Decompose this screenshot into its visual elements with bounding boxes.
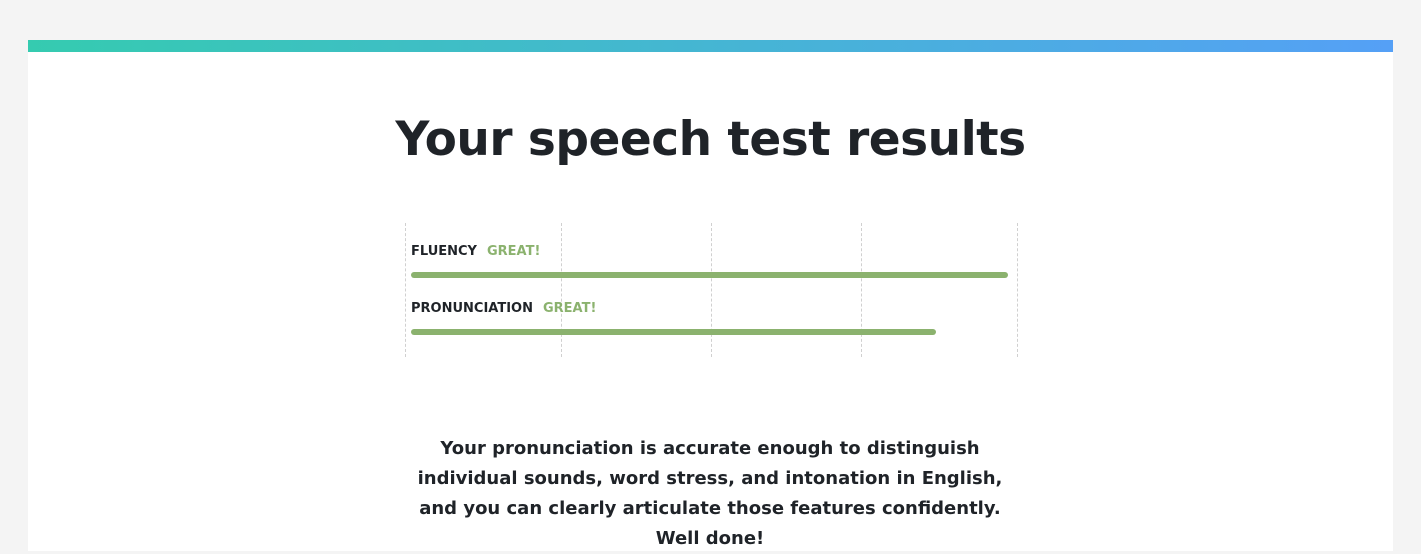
pronunciation-grade: GREAT! xyxy=(542,301,597,316)
grid-line xyxy=(711,223,712,357)
grid-line xyxy=(561,223,562,357)
fluency-bar-track xyxy=(411,272,1008,278)
pronunciation-bar-track xyxy=(411,329,1008,335)
result-description: Your pronunciation is accurate enough to… xyxy=(417,438,1003,549)
results-card: Your speech test results FLUENCY GREAT! P… xyxy=(28,40,1393,551)
grid-line xyxy=(1017,223,1018,357)
fluency-grade: GREAT! xyxy=(486,244,541,259)
grid-line xyxy=(861,223,862,357)
page-title: Your speech test results xyxy=(395,112,1026,167)
pronunciation-bar xyxy=(411,329,937,335)
fluency-bar xyxy=(411,272,1008,278)
fluency-label-row: FLUENCY GREAT! xyxy=(411,244,540,259)
grid-line xyxy=(405,223,406,357)
fluency-label: FLUENCY xyxy=(411,244,477,259)
accent-bar xyxy=(28,40,1393,52)
score-chart: FLUENCY GREAT! PRONUNCIATION GREAT! xyxy=(405,223,1018,357)
pronunciation-label-row: PRONUNCIATION GREAT! xyxy=(411,301,596,316)
pronunciation-label: PRONUNCIATION xyxy=(411,301,533,316)
